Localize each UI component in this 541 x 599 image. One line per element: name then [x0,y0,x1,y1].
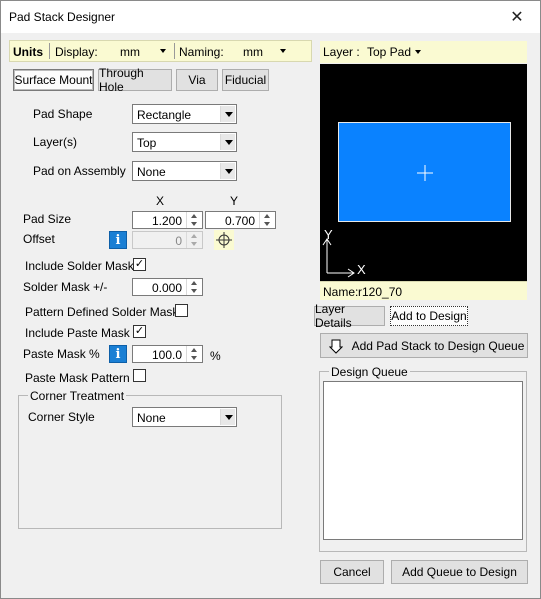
pad-size-x-input[interactable]: 1.200 [132,211,203,229]
corner-treatment-title: Corner Treatment [28,389,127,403]
tab-layer-details[interactable]: Layer Details [314,302,385,330]
chevron-down-icon[interactable] [220,106,235,122]
pad-on-assembly-label: Pad on Assembly [33,164,126,178]
info-icon[interactable]: i [109,345,127,363]
tab-fiducial[interactable]: Fiducial [222,69,269,91]
chevron-down-icon[interactable] [220,163,235,179]
pad-name-value: r120_70 [358,285,403,299]
pad-shape-preview [338,122,511,222]
pad-shape-value: Rectangle [137,108,192,122]
pad-stack-designer-window: Pad Stack Designer ✕ Units Display: mm N… [0,0,541,599]
pad-on-assembly-value: None [137,165,166,179]
layer-label: Layer : [323,45,360,59]
tab-through-hole[interactable]: Through Hole [98,66,172,94]
units-label: Units [13,45,43,59]
include-paste-mask-checkbox[interactable]: ✓ [133,325,146,338]
window-title: Pad Stack Designer [9,10,116,24]
corner-style-label: Corner Style [28,410,95,424]
axis-x-label: X [357,262,366,277]
close-icon[interactable]: ✕ [494,1,540,33]
display-label: Display: [55,45,98,59]
corner-style-select[interactable]: None [132,407,237,427]
preview-layer-header: Layer : Top Pad [320,41,527,63]
paste-mask-input[interactable]: 100.0 [132,345,203,363]
spinner-arrows-icon[interactable] [259,212,275,228]
spinner-arrows-icon[interactable] [186,279,202,295]
offset-x-input: 0 [132,231,203,249]
corner-style-value: None [137,411,166,425]
design-queue-title: Design Queue [329,365,410,379]
name-label: Name: [323,285,359,299]
pad-size-label: Pad Size [23,212,72,226]
pad-name-bar: Name: r120_70 [320,281,527,300]
include-solder-mask-checkbox[interactable]: ✓ [133,258,146,271]
column-y-header: Y [230,194,239,208]
include-solder-mask-label: Include Solder Mask [25,259,134,273]
crosshair-target-icon[interactable] [214,230,234,250]
layer-select[interactable]: Top Pad [367,45,411,59]
solder-mask-value: 0.000 [151,281,182,295]
spinner-arrows-icon[interactable] [186,346,202,362]
paste-mask-pattern-label: Paste Mask Pattern [25,371,130,385]
paste-mask-unit: % [210,349,221,363]
chevron-down-icon[interactable] [220,409,235,425]
solder-mask-input[interactable]: 0.000 [132,278,203,296]
units-bar: Units Display: mm Naming: mm [9,40,312,62]
tab-surface-mount[interactable]: Surface Mount [13,69,94,91]
design-queue-list[interactable] [323,381,523,540]
pad-size-y-value: 0.700 [224,214,255,228]
pattern-defined-solder-mask-label: Pattern Defined Solder Mask [25,305,179,319]
paste-mask-label: Paste Mask % [23,347,100,361]
axis-y-label: Y [324,227,333,242]
offset-x-value: 0 [175,234,182,248]
offset-label: Offset [23,232,55,246]
add-pad-stack-label: Add Pad Stack to Design Queue [351,338,525,353]
pad-center-crosshair [417,165,433,181]
pad-shape-label: Pad Shape [33,107,93,121]
chevron-down-icon[interactable] [415,50,421,54]
paste-mask-value: 100.0 [151,348,182,362]
spinner-arrows-icon[interactable] [186,212,202,228]
chevron-down-icon[interactable] [220,134,235,150]
separator [49,43,50,59]
naming-label: Naming: [179,45,224,59]
pad-on-assembly-select[interactable]: None [132,161,237,181]
down-arrow-icon [329,339,343,354]
pattern-defined-solder-mask-checkbox[interactable] [175,304,188,317]
pad-shape-select[interactable]: Rectangle [132,104,237,124]
layers-value: Top [137,136,157,150]
pad-size-x-value: 1.200 [151,214,182,228]
column-x-header: X [156,194,165,208]
chevron-down-icon[interactable] [160,49,166,53]
paste-mask-pattern-checkbox[interactable] [133,369,146,382]
layers-label: Layer(s) [33,135,78,149]
display-unit-select[interactable]: mm [120,45,140,59]
layers-select[interactable]: Top [132,132,237,152]
add-pad-stack-to-queue-button[interactable]: Add Pad Stack to Design Queue [320,333,528,358]
add-queue-to-design-button[interactable]: Add Queue to Design [391,560,528,584]
title-bar: Pad Stack Designer ✕ [1,1,540,33]
spinner-arrows-icon [186,232,202,248]
include-paste-mask-label: Include Paste Mask [25,326,130,340]
crosshair-target-icon [216,232,232,248]
solder-mask-label: Solder Mask +/- [23,280,108,294]
chevron-down-icon[interactable] [280,49,286,53]
pad-size-y-input[interactable]: 0.700 [205,211,276,229]
cancel-button[interactable]: Cancel [320,560,384,584]
pad-preview-canvas: Y X [320,64,527,281]
separator [174,43,175,59]
naming-unit-select[interactable]: mm [243,45,263,59]
tab-via[interactable]: Via [176,69,218,91]
info-icon[interactable]: i [109,231,127,249]
tab-add-to-design[interactable]: Add to Design [390,306,468,326]
